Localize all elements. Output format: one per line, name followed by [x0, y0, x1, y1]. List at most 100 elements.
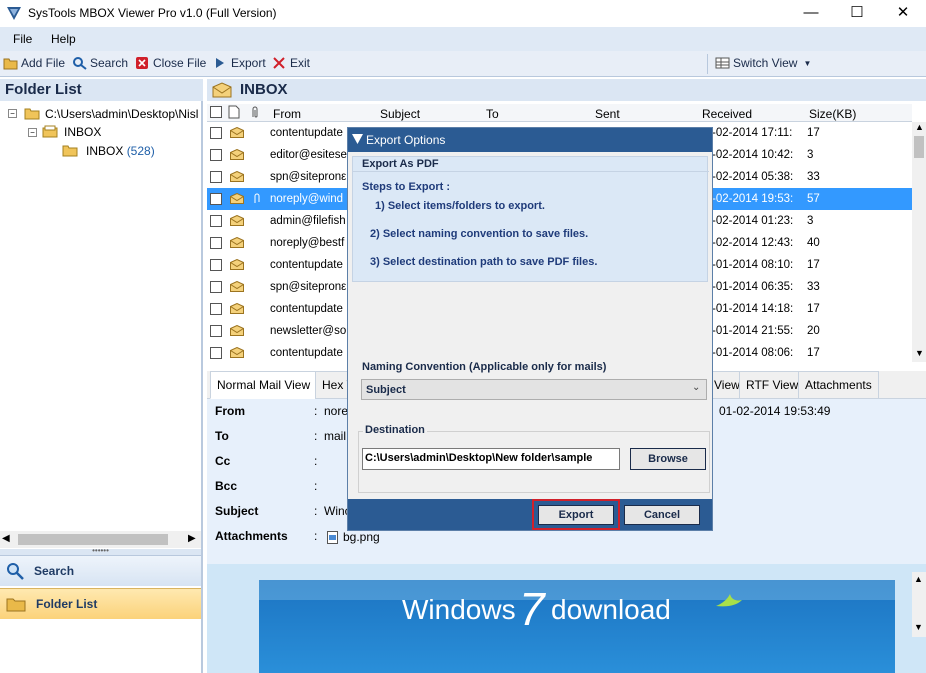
- banner-seven: 7: [519, 583, 545, 635]
- col-size[interactable]: Size(KB): [809, 107, 856, 121]
- col-from[interactable]: From: [273, 107, 301, 121]
- envelope-icon: [230, 325, 244, 336]
- row-received: -02-2014 10:42:: [712, 149, 794, 161]
- folder-open-icon: [24, 108, 40, 120]
- col-subject[interactable]: Subject: [380, 107, 420, 121]
- export-label: Export: [231, 56, 266, 70]
- switch-view-button[interactable]: Switch View ▼: [715, 56, 811, 70]
- inbox-envelope-icon: [212, 82, 232, 98]
- close-button[interactable]: ✕: [880, 0, 926, 27]
- row-received: -01-2014 08:06:: [712, 347, 794, 359]
- row-checkbox[interactable]: [210, 171, 222, 183]
- export-dialog-button[interactable]: Export: [538, 505, 614, 525]
- row-received: -02-2014 12:43:: [712, 237, 794, 249]
- from-label: From: [215, 404, 245, 418]
- row-checkbox[interactable]: [210, 325, 222, 337]
- row-size: 17: [807, 259, 820, 271]
- col-received[interactable]: Received: [702, 107, 752, 121]
- search-icon: [7, 563, 24, 580]
- minimize-button[interactable]: —: [788, 0, 834, 27]
- grid-icon: [715, 57, 730, 69]
- row-checkbox[interactable]: [210, 237, 222, 249]
- attachments-label: Attachments: [215, 529, 288, 543]
- browse-button[interactable]: Browse: [630, 448, 706, 470]
- tree-inbox-child[interactable]: INBOX (528): [86, 144, 155, 158]
- select-all-checkbox[interactable]: [210, 106, 222, 118]
- exit-button[interactable]: Exit: [272, 56, 310, 70]
- row-checkbox[interactable]: [210, 281, 222, 293]
- attachment-item[interactable]: bg.png: [327, 530, 380, 544]
- export-as-label: Export As PDF: [362, 158, 439, 170]
- add-file-button[interactable]: Add File: [3, 56, 65, 70]
- dialog-title: Export Options: [366, 133, 446, 147]
- row-checkbox[interactable]: [210, 127, 222, 139]
- cc-colon: :: [314, 454, 318, 468]
- destination-input[interactable]: C:\Users\admin\Desktop\New folder\sample: [362, 448, 620, 470]
- envelope-icon: [230, 259, 244, 270]
- nav-folder-list-button[interactable]: Folder List: [0, 588, 201, 619]
- folder-list-pane: Folder List − C:\Users\admin\Desktop\Nis…: [0, 79, 203, 673]
- envelope-icon: [230, 127, 244, 138]
- nav-search-button[interactable]: Search: [0, 555, 201, 586]
- maximize-button[interactable]: ☐: [834, 0, 880, 27]
- row-size: 33: [807, 171, 820, 183]
- tree-toggle-inbox[interactable]: −: [28, 128, 37, 137]
- mail-list-header: From Subject To Sent Received Size(KB): [207, 104, 912, 122]
- chevron-down-icon: ⌄: [692, 382, 701, 393]
- tab-normal-mail-view[interactable]: Normal Mail View: [210, 371, 318, 399]
- row-from: contentupdate: [270, 347, 343, 359]
- close-file-icon: [136, 57, 148, 69]
- bird-icon: [716, 594, 742, 607]
- chevron-down-icon: ▼: [803, 58, 812, 68]
- close-file-button[interactable]: Close File: [135, 56, 206, 70]
- export-button[interactable]: Export: [213, 56, 266, 70]
- row-received: -01-2014 08:10:: [712, 259, 794, 271]
- tree-inbox-count: (528): [126, 144, 155, 158]
- banner-text-windows: Windows: [402, 594, 516, 625]
- dialog-title-bar: Export Options: [348, 128, 712, 152]
- folder-tree: − C:\Users\admin\Desktop\Nisl − INBOX IN…: [8, 106, 203, 186]
- row-checkbox[interactable]: [210, 193, 222, 205]
- row-from: spn@sitepronε: [270, 281, 347, 293]
- menu-file[interactable]: File: [13, 32, 32, 46]
- row-checkbox[interactable]: [210, 347, 222, 359]
- tree-inbox-label[interactable]: INBOX: [64, 125, 101, 139]
- tab-attachments[interactable]: Attachments: [798, 371, 879, 399]
- paperclip-icon: [254, 193, 260, 203]
- scroll-thumb[interactable]: [914, 136, 924, 158]
- row-checkbox[interactable]: [210, 259, 222, 271]
- envelope-icon: [230, 281, 244, 292]
- tree-root-label[interactable]: C:\Users\admin\Desktop\Nisl: [45, 107, 198, 121]
- tree-toggle-root[interactable]: −: [8, 109, 17, 118]
- subject-colon: :: [314, 504, 318, 518]
- nav-folder-list-label: Folder List: [36, 597, 98, 611]
- row-size: 17: [807, 347, 820, 359]
- inbox-title: INBOX: [240, 81, 288, 98]
- envelope-icon: [230, 347, 244, 358]
- tab-rtf-view[interactable]: RTF View: [739, 371, 806, 399]
- from-colon: :: [314, 404, 318, 418]
- envelope-icon: [230, 193, 244, 204]
- menu-help[interactable]: Help: [51, 32, 76, 46]
- cancel-button[interactable]: Cancel: [624, 505, 700, 525]
- mail-list-scrollbar[interactable]: ▲ ▼: [912, 122, 926, 362]
- row-checkbox[interactable]: [210, 303, 222, 315]
- search-button[interactable]: Search: [72, 56, 128, 70]
- row-from: contentupdate: [270, 127, 343, 139]
- nav-search-label: Search: [34, 564, 75, 578]
- row-checkbox[interactable]: [210, 149, 222, 161]
- col-sent[interactable]: Sent: [595, 107, 620, 121]
- exit-label: Exit: [290, 56, 311, 70]
- step-1: 1) Select items/folders to export.: [375, 200, 545, 212]
- envelope-icon: [230, 303, 244, 314]
- steps-title: Steps to Export :: [362, 181, 451, 193]
- row-checkbox[interactable]: [210, 215, 222, 227]
- row-received: -01-2014 21:55:: [712, 325, 794, 337]
- naming-convention-select[interactable]: Subject ⌄: [361, 379, 707, 400]
- scroll-thumb[interactable]: [18, 534, 168, 545]
- folder-icon: [6, 598, 26, 612]
- col-to[interactable]: To: [486, 107, 499, 121]
- switch-view-label: Switch View: [733, 56, 798, 70]
- row-size: 17: [807, 127, 820, 139]
- preview-scrollbar[interactable]: ▲ ▼: [912, 572, 926, 637]
